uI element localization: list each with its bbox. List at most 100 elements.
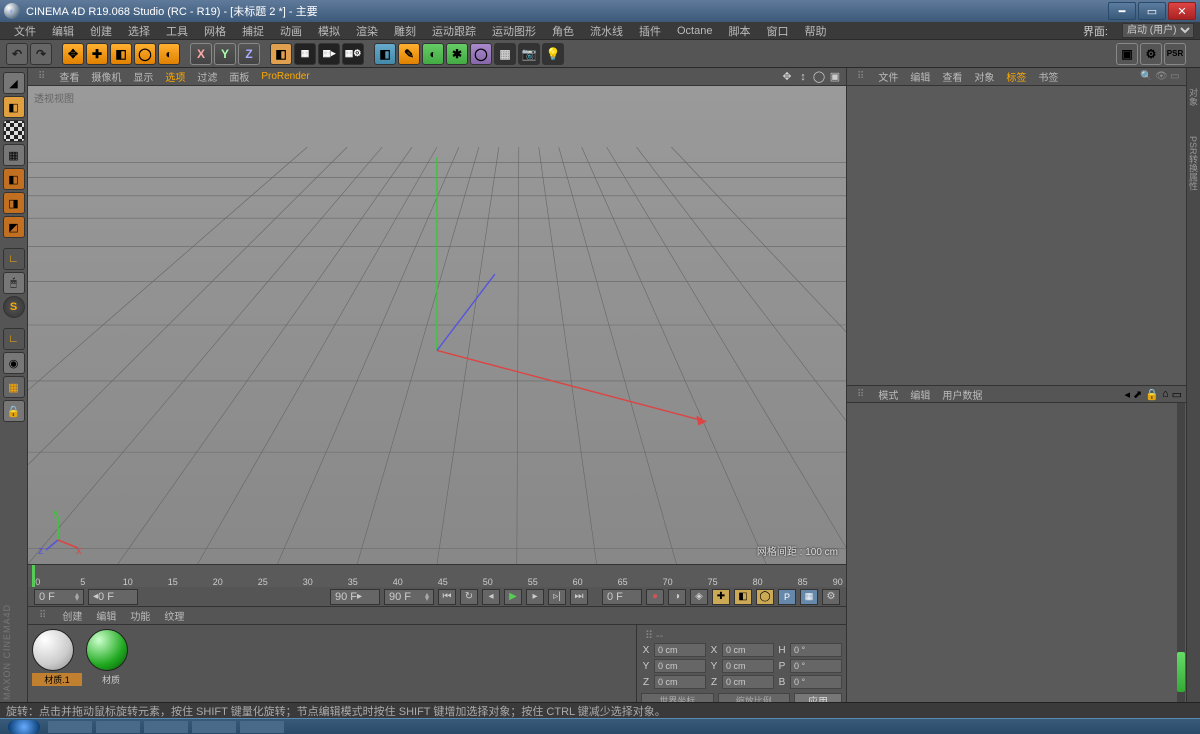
menu-window[interactable]: 窗口	[758, 21, 796, 41]
mat-tab-edit[interactable]: 编辑	[89, 608, 123, 623]
view-maximize-icon[interactable]: ▣	[828, 70, 842, 84]
record-button[interactable]: ●	[646, 589, 664, 605]
obj-tab-object[interactable]: 对象	[968, 69, 1000, 84]
hud-psr-button[interactable]: PSR	[1164, 43, 1186, 65]
next-frame-button[interactable]: ▸	[526, 589, 544, 605]
taskbar-item[interactable]	[144, 721, 188, 733]
range-end-field[interactable]: 90 F▴▾	[384, 589, 434, 605]
obj-tab-edit[interactable]: 编辑	[904, 69, 936, 84]
material-preview-icon[interactable]	[86, 629, 128, 671]
menu-plugins[interactable]: 插件	[631, 21, 669, 41]
current-frame-field[interactable]: 0 F	[602, 589, 642, 605]
pos-z-field[interactable]: 0 cm	[654, 675, 706, 689]
obj-tab-file[interactable]: 文件	[872, 69, 904, 84]
render-view-button[interactable]: ▦	[294, 43, 316, 65]
play-button[interactable]: ▶	[504, 589, 522, 605]
camera-button[interactable]: 📷	[518, 43, 540, 65]
window-maximize-button[interactable]: ▭	[1138, 2, 1166, 20]
lock-icon[interactable]: 🔒	[1145, 388, 1159, 401]
axis-orientation-widget[interactable]: y x z	[36, 510, 82, 556]
view-tab-panel[interactable]: 面板	[223, 69, 255, 84]
attr-tab-userdata[interactable]: 用户数据	[936, 387, 988, 402]
size-y-field[interactable]: 0 cm	[722, 659, 774, 673]
drag-handle-icon[interactable]: ⠿	[32, 610, 51, 621]
material-item[interactable]: 材质	[86, 629, 136, 698]
axis-x-toggle[interactable]: X	[190, 43, 212, 65]
taskbar-item[interactable]	[48, 721, 92, 733]
prev-frame-button[interactable]: ◂	[482, 589, 500, 605]
obj-tab-bookmarks[interactable]: 书签	[1032, 69, 1064, 84]
range-start-field[interactable]: 0 F▴▾	[34, 589, 84, 605]
attr-tab-edit[interactable]: 编辑	[904, 387, 936, 402]
goto-end-button[interactable]: ⏭	[570, 589, 588, 605]
loop-button[interactable]: ↻	[460, 589, 478, 605]
key-rotate-button[interactable]: ◯	[756, 589, 774, 605]
coord-system-button[interactable]: ◧	[270, 43, 292, 65]
taskbar-item[interactable]	[240, 721, 284, 733]
grid-settings-button[interactable]: ▦	[3, 376, 25, 398]
key-scale-button[interactable]: ◧	[734, 589, 752, 605]
menu-character[interactable]: 角色	[544, 21, 582, 41]
menu-sculpt[interactable]: 雕刻	[386, 21, 424, 41]
menu-create[interactable]: 创建	[82, 21, 120, 41]
new-window-icon[interactable]: ▭	[1172, 388, 1182, 401]
axis-toggle-button[interactable]: ∟	[3, 248, 25, 270]
menu-animate[interactable]: 动画	[272, 21, 310, 41]
key-options-button[interactable]: ⚙	[822, 589, 840, 605]
attribute-manager[interactable]	[847, 403, 1186, 702]
light-button[interactable]: 💡	[542, 43, 564, 65]
axis-z-toggle[interactable]: Z	[238, 43, 260, 65]
axis-y-toggle[interactable]: Y	[214, 43, 236, 65]
os-taskbar[interactable]	[0, 718, 1200, 734]
render-pv-button[interactable]: ▦▸	[318, 43, 340, 65]
attr-tab-mode[interactable]: 模式	[872, 387, 904, 402]
menu-select[interactable]: 选择	[120, 21, 158, 41]
view-tab-view[interactable]: 查看	[53, 69, 85, 84]
polygon-mode-button[interactable]: ◩	[3, 216, 25, 238]
material-manager[interactable]: 材质.1 材质	[28, 625, 636, 702]
timeline-ruler[interactable]: 0 5 10 15 20 25 30 35 40 45 50 55 60 65 …	[28, 564, 846, 586]
preview-start-field[interactable]: ◂ 0 F	[88, 589, 138, 605]
edge-mode-button[interactable]: ◨	[3, 192, 25, 214]
hud-layout2-button[interactable]: ⚙	[1140, 43, 1162, 65]
menu-render[interactable]: 渲染	[348, 21, 386, 41]
menu-motiontrack[interactable]: 运动跟踪	[424, 21, 484, 41]
start-button[interactable]	[8, 720, 40, 734]
menu-file[interactable]: 文件	[6, 21, 44, 41]
workplane-lock-button[interactable]: ∟	[3, 328, 25, 350]
taskbar-item[interactable]	[192, 721, 236, 733]
lock-button[interactable]: 🔒	[3, 400, 25, 422]
view-tab-display[interactable]: 显示	[127, 69, 159, 84]
drag-handle-icon[interactable]: ⠿	[851, 389, 868, 400]
scrollbar-thumb[interactable]	[1177, 652, 1185, 692]
obj-tab-tags[interactable]: 标签	[1000, 69, 1032, 84]
primitive-cube-button[interactable]: ◧	[374, 43, 396, 65]
menu-mesh[interactable]: 网格	[196, 21, 234, 41]
window-close-button[interactable]: ✕	[1168, 2, 1196, 20]
menu-simulate[interactable]: 模拟	[310, 21, 348, 41]
pos-y-field[interactable]: 0 cm	[654, 659, 706, 673]
keyframe-sel-button[interactable]: ◈	[690, 589, 708, 605]
key-psr-p-button[interactable]: P	[778, 589, 796, 605]
pos-x-field[interactable]: 0 cm	[654, 643, 706, 657]
perspective-viewport[interactable]: 透视视图 网格间距 : 100 cm y x z	[28, 86, 846, 564]
window-minimize-button[interactable]: ━	[1108, 2, 1136, 20]
view-tab-prorender[interactable]: ProRender	[255, 71, 315, 82]
view-nav-pan-icon[interactable]: ✥	[780, 70, 794, 84]
rot-h-field[interactable]: 0 °	[790, 643, 842, 657]
size-z-field[interactable]: 0 cm	[722, 675, 774, 689]
view-nav-zoom-icon[interactable]: ↕	[796, 70, 810, 84]
view-tab-camera[interactable]: 摄像机	[85, 69, 127, 84]
select-tool-button[interactable]: ✥	[62, 43, 84, 65]
point-mode-button[interactable]: ◧	[3, 168, 25, 190]
rot-b-field[interactable]: 0 °	[790, 675, 842, 689]
size-x-field[interactable]: 0 cm	[722, 643, 774, 657]
scale-tool-button[interactable]: ◧	[110, 43, 132, 65]
side-strip-psr[interactable]: PSR转换属性	[1187, 136, 1200, 191]
key-psr-pla-button[interactable]: ▦	[800, 589, 818, 605]
taskbar-item[interactable]	[96, 721, 140, 733]
generator-button[interactable]: ✱	[446, 43, 468, 65]
panel-menu-icon[interactable]: ▭	[1170, 71, 1182, 83]
lasttool-button[interactable]: ◐	[158, 43, 180, 65]
rot-p-field[interactable]: 0 °	[790, 659, 842, 673]
